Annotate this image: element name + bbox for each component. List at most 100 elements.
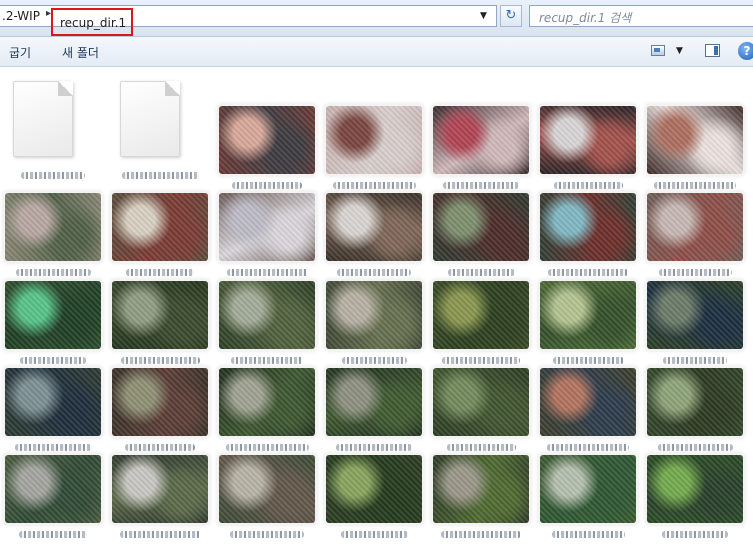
file-name-label bbox=[663, 357, 727, 364]
file-name-label bbox=[446, 444, 516, 451]
file-thumbnail[interactable] bbox=[647, 193, 743, 288]
image-thumbnail bbox=[326, 455, 422, 523]
image-thumbnail bbox=[326, 281, 422, 349]
search-input[interactable]: recup_dir.1 검색 bbox=[539, 9, 631, 26]
image-thumbnail bbox=[326, 106, 422, 174]
change-view-icon[interactable] bbox=[651, 45, 665, 56]
file-name-label bbox=[232, 182, 302, 189]
image-thumbnail bbox=[112, 193, 208, 261]
view-options-dropdown-icon[interactable]: ▼ bbox=[676, 46, 683, 56]
file-thumbnail[interactable] bbox=[5, 81, 101, 179]
file-thumbnail[interactable] bbox=[433, 368, 529, 463]
image-thumbnail bbox=[540, 193, 636, 261]
file-thumbnail[interactable] bbox=[540, 455, 636, 550]
burn-button[interactable]: 굽기 bbox=[9, 44, 31, 61]
file-thumbnail[interactable] bbox=[112, 368, 208, 463]
image-thumbnail bbox=[5, 455, 101, 523]
file-thumbnail[interactable] bbox=[540, 81, 636, 189]
help-icon[interactable]: ? bbox=[738, 42, 753, 60]
file-thumbnail[interactable] bbox=[647, 81, 743, 189]
breadcrumb-current[interactable]: recup_dir.1 bbox=[51, 8, 133, 36]
image-thumbnail bbox=[540, 106, 636, 174]
file-thumbnail[interactable] bbox=[433, 81, 529, 189]
file-thumbnail[interactable] bbox=[326, 281, 422, 376]
file-thumbnail[interactable] bbox=[219, 368, 315, 463]
file-thumbnail[interactable] bbox=[540, 368, 636, 463]
file-thumbnail[interactable] bbox=[112, 281, 208, 376]
file-name-label bbox=[341, 357, 407, 364]
file-name-label bbox=[120, 357, 200, 364]
file-name-label bbox=[20, 357, 86, 364]
breadcrumb-parent[interactable]: .2-WIP bbox=[2, 9, 40, 23]
image-thumbnail bbox=[112, 368, 208, 436]
file-thumbnail[interactable] bbox=[5, 281, 101, 376]
image-thumbnail bbox=[540, 455, 636, 523]
file-thumbnail[interactable] bbox=[647, 368, 743, 463]
image-thumbnail bbox=[540, 368, 636, 436]
image-thumbnail bbox=[5, 368, 101, 436]
refresh-icon: ↻ bbox=[505, 8, 517, 23]
file-name-label bbox=[547, 444, 629, 451]
file-thumbnail[interactable] bbox=[5, 368, 101, 463]
file-thumbnail[interactable] bbox=[112, 193, 208, 288]
generic-file-icon bbox=[120, 81, 180, 157]
file-thumbnail[interactable] bbox=[219, 193, 315, 288]
file-name-label bbox=[654, 182, 736, 189]
image-thumbnail bbox=[5, 193, 101, 261]
image-thumbnail bbox=[433, 368, 529, 436]
address-row: .2-WIP ▸ recup_dir.1 ▼ ↻ recup_dir.1 검색 bbox=[0, 0, 753, 37]
file-thumbnail[interactable] bbox=[219, 81, 315, 189]
image-thumbnail bbox=[433, 106, 529, 174]
file-thumbnail[interactable] bbox=[326, 368, 422, 463]
file-thumbnail[interactable] bbox=[5, 455, 101, 550]
file-name-label bbox=[552, 357, 624, 364]
file-thumbnail[interactable] bbox=[112, 455, 208, 550]
file-thumbnail[interactable] bbox=[326, 193, 422, 288]
image-thumbnail bbox=[112, 281, 208, 349]
file-thumbnail[interactable] bbox=[326, 81, 422, 189]
file-name-label bbox=[551, 531, 625, 538]
address-history-dropdown-icon[interactable]: ▼ bbox=[480, 11, 487, 21]
file-thumbnail[interactable] bbox=[112, 81, 208, 179]
file-name-label bbox=[119, 531, 201, 538]
file-name-label bbox=[447, 269, 515, 276]
file-name-label bbox=[125, 444, 195, 451]
image-thumbnail bbox=[5, 281, 101, 349]
image-thumbnail bbox=[433, 281, 529, 349]
file-name-label bbox=[337, 269, 411, 276]
file-thumbnail[interactable] bbox=[5, 193, 101, 288]
file-thumbnail[interactable] bbox=[540, 281, 636, 376]
generic-file-icon bbox=[13, 81, 73, 157]
file-name-label bbox=[14, 444, 92, 451]
image-thumbnail bbox=[112, 455, 208, 523]
file-thumbnail[interactable] bbox=[326, 455, 422, 550]
search-box[interactable]: recup_dir.1 검색 bbox=[529, 5, 753, 27]
file-thumbnail[interactable] bbox=[647, 455, 743, 550]
file-name-label bbox=[126, 269, 194, 276]
address-bar[interactable]: .2-WIP ▸ recup_dir.1 ▼ bbox=[0, 5, 497, 36]
file-name-label bbox=[548, 269, 628, 276]
new-folder-button[interactable]: 새 폴더 bbox=[62, 44, 99, 61]
preview-pane-icon[interactable] bbox=[705, 44, 720, 57]
image-thumbnail bbox=[647, 106, 743, 174]
image-thumbnail bbox=[647, 193, 743, 261]
file-name-label bbox=[340, 531, 408, 538]
image-thumbnail bbox=[219, 193, 315, 261]
file-thumbnail[interactable] bbox=[433, 193, 529, 288]
image-thumbnail bbox=[540, 281, 636, 349]
file-thumbnail[interactable] bbox=[647, 281, 743, 376]
image-thumbnail bbox=[433, 193, 529, 261]
file-thumbnail[interactable] bbox=[219, 281, 315, 376]
image-thumbnail bbox=[433, 455, 529, 523]
file-thumbnail[interactable] bbox=[219, 455, 315, 550]
file-name-label bbox=[231, 357, 303, 364]
file-thumbnail[interactable] bbox=[540, 193, 636, 288]
file-thumbnail[interactable] bbox=[433, 455, 529, 550]
file-name-label bbox=[121, 172, 199, 179]
refresh-button[interactable]: ↻ bbox=[500, 5, 522, 27]
file-name-label bbox=[336, 444, 412, 451]
file-thumbnail[interactable] bbox=[433, 281, 529, 376]
file-name-label bbox=[230, 531, 304, 538]
file-name-label bbox=[441, 531, 521, 538]
file-name-label bbox=[443, 182, 519, 189]
